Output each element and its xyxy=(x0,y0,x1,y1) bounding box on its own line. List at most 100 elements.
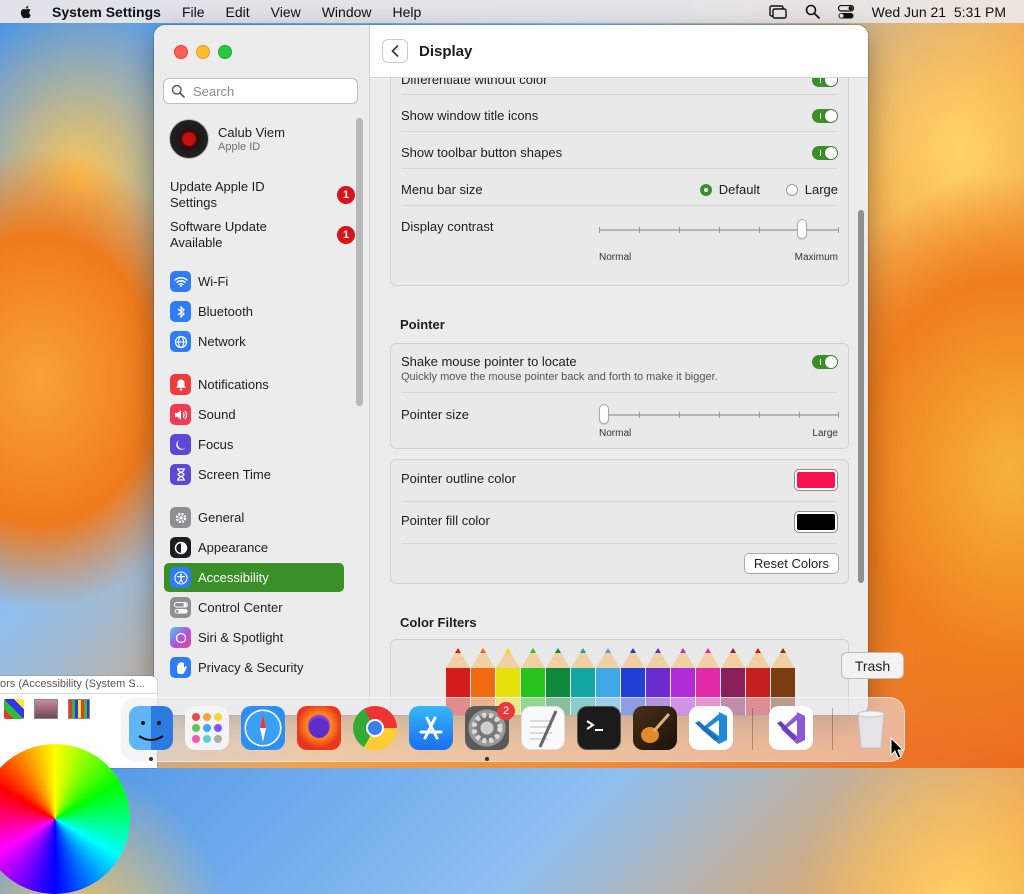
dock-app-terminal[interactable] xyxy=(577,706,621,750)
menu-view[interactable]: View xyxy=(271,4,301,20)
shake-pointer-toggle[interactable] xyxy=(812,355,838,369)
pointer-size-slider[interactable] xyxy=(599,404,839,424)
dock-divider xyxy=(832,708,833,750)
sidebar-item-label: Screen Time xyxy=(198,467,271,482)
slider-tick xyxy=(759,227,760,233)
running-indicator xyxy=(485,757,489,761)
gear-icon xyxy=(170,507,191,528)
sidebar: Calub Viem Apple ID Update Apple ID Sett… xyxy=(154,25,370,715)
sidebar-item-appearance[interactable]: Appearance xyxy=(164,533,344,562)
terminal-icon xyxy=(586,720,603,731)
dock-app-safari[interactable] xyxy=(241,706,285,750)
slider-tick xyxy=(679,227,680,233)
sidebar-item-privacy-security[interactable]: Privacy & Security xyxy=(164,653,344,682)
chevron-left-icon xyxy=(391,45,399,57)
notice-software-update[interactable]: Software Update Available 1 xyxy=(170,219,355,251)
radio-large[interactable]: Large xyxy=(785,182,838,197)
menu-window[interactable]: Window xyxy=(322,4,372,20)
row-pointer-outline-color: Pointer outline color xyxy=(401,469,838,493)
row-label: Display contrast xyxy=(401,219,494,234)
sidebar-item-label: Network xyxy=(198,334,246,349)
menu-app-name[interactable]: System Settings xyxy=(52,4,161,20)
apple-logo-icon[interactable] xyxy=(18,4,34,20)
sidebar-item-label: Accessibility xyxy=(198,570,269,585)
compass-icon xyxy=(246,711,280,745)
back-button[interactable] xyxy=(382,39,408,63)
row-label: Show window title icons xyxy=(401,108,539,123)
search-field[interactable] xyxy=(163,78,358,104)
firefox-icon xyxy=(309,718,329,738)
sidebar-item-notifications[interactable]: Notifications xyxy=(164,370,344,399)
close-button[interactable] xyxy=(174,45,188,59)
dock-app-finder[interactable] xyxy=(129,706,173,750)
menu-help[interactable]: Help xyxy=(393,4,422,20)
dock-app-app-store[interactable] xyxy=(409,706,453,750)
zoom-button[interactable] xyxy=(218,45,232,59)
color-palettes-icon[interactable] xyxy=(4,699,24,719)
control-center-menu-icon[interactable] xyxy=(837,4,854,19)
sidebar-item-accessibility[interactable]: Accessibility xyxy=(164,563,344,592)
slider-max-label: Large xyxy=(812,428,838,439)
screen-mirroring-icon[interactable] xyxy=(768,4,787,19)
toolbar-shapes-toggle[interactable] xyxy=(812,146,838,160)
avatar xyxy=(169,119,209,159)
slider-knob[interactable] xyxy=(599,404,609,424)
sidebar-item-label: Bluetooth xyxy=(198,304,253,319)
sidebar-item-screen-time[interactable]: Screen Time xyxy=(164,460,344,489)
dock-app-textedit[interactable] xyxy=(521,706,565,750)
menu-bar: System Settings File Edit View Window He… xyxy=(0,0,1024,23)
hand-icon xyxy=(170,657,191,678)
radio-dot xyxy=(785,183,798,196)
dock-app-garageband[interactable] xyxy=(633,706,677,750)
pencils-icon[interactable] xyxy=(68,699,90,719)
reset-colors-button[interactable]: Reset Colors xyxy=(744,553,839,574)
notification-badge: 1 xyxy=(337,226,355,244)
menubar-clock[interactable]: Wed Jun 21 5:31 PM xyxy=(872,4,1006,20)
sidebar-item-focus[interactable]: Focus xyxy=(164,430,344,459)
fill-color-well[interactable] xyxy=(794,511,838,533)
row-show-window-title-icons: Show window title icons xyxy=(401,108,838,123)
sidebar-item-bluetooth[interactable]: Bluetooth xyxy=(164,297,344,326)
slider-knob[interactable] xyxy=(796,219,807,239)
spotlight-search-icon[interactable] xyxy=(805,4,820,19)
window-controls xyxy=(174,45,232,59)
title-icons-toggle[interactable] xyxy=(812,109,838,123)
dock-app-launchpad[interactable] xyxy=(185,706,229,750)
sidebar-scrollbar[interactable] xyxy=(356,118,363,406)
sidebar-item-label: Control Center xyxy=(198,600,283,615)
menu-file[interactable]: File xyxy=(182,4,205,20)
row-label: Pointer size xyxy=(401,407,469,422)
image-palettes-icon[interactable] xyxy=(34,699,58,719)
slider-tick xyxy=(838,412,839,418)
apple-id-profile[interactable]: Calub Viem Apple ID xyxy=(169,119,285,159)
display-contrast-slider[interactable] xyxy=(599,219,839,239)
pointer-colors-group: Pointer outline color Pointer fill color… xyxy=(390,459,849,584)
slider-tick xyxy=(639,412,640,418)
dock-app-trash[interactable] xyxy=(849,706,893,750)
sidebar-item-network[interactable]: Network xyxy=(164,327,344,356)
section-title-color-filters: Color Filters xyxy=(400,615,477,630)
minimize-button[interactable] xyxy=(196,45,210,59)
sidebar-item-general[interactable]: General xyxy=(164,503,344,532)
color-wheel[interactable] xyxy=(0,744,130,894)
sidebar-item-sound[interactable]: Sound xyxy=(164,400,344,429)
divider xyxy=(401,501,838,502)
notice-label: Update Apple ID Settings xyxy=(170,179,265,210)
mouse-cursor-icon xyxy=(890,737,904,759)
outline-color-well[interactable] xyxy=(794,469,838,491)
row-label: Pointer outline color xyxy=(401,471,516,486)
sidebar-item-siri-spotlight[interactable]: Siri & Spotlight xyxy=(164,623,344,652)
profile-subtitle: Apple ID xyxy=(218,141,261,153)
radio-default[interactable]: Default xyxy=(699,182,760,197)
menu-edit[interactable]: Edit xyxy=(226,4,250,20)
row-display-contrast: Display contrast Normal Maximum xyxy=(401,219,839,269)
sidebar-item-control-center[interactable]: Control Center xyxy=(164,593,344,622)
main-scrollbar[interactable] xyxy=(858,210,864,583)
dock-app-firefox[interactable] xyxy=(297,706,341,750)
dock-app-vscode[interactable] xyxy=(689,706,733,750)
dock-app-visual-studio[interactable] xyxy=(769,706,813,750)
notice-update-apple-id[interactable]: Update Apple ID Settings 1 xyxy=(170,179,355,211)
dock-app-chrome[interactable] xyxy=(353,706,397,750)
search-input[interactable] xyxy=(191,82,355,100)
sidebar-item-wifi[interactable]: Wi-Fi xyxy=(164,267,344,296)
